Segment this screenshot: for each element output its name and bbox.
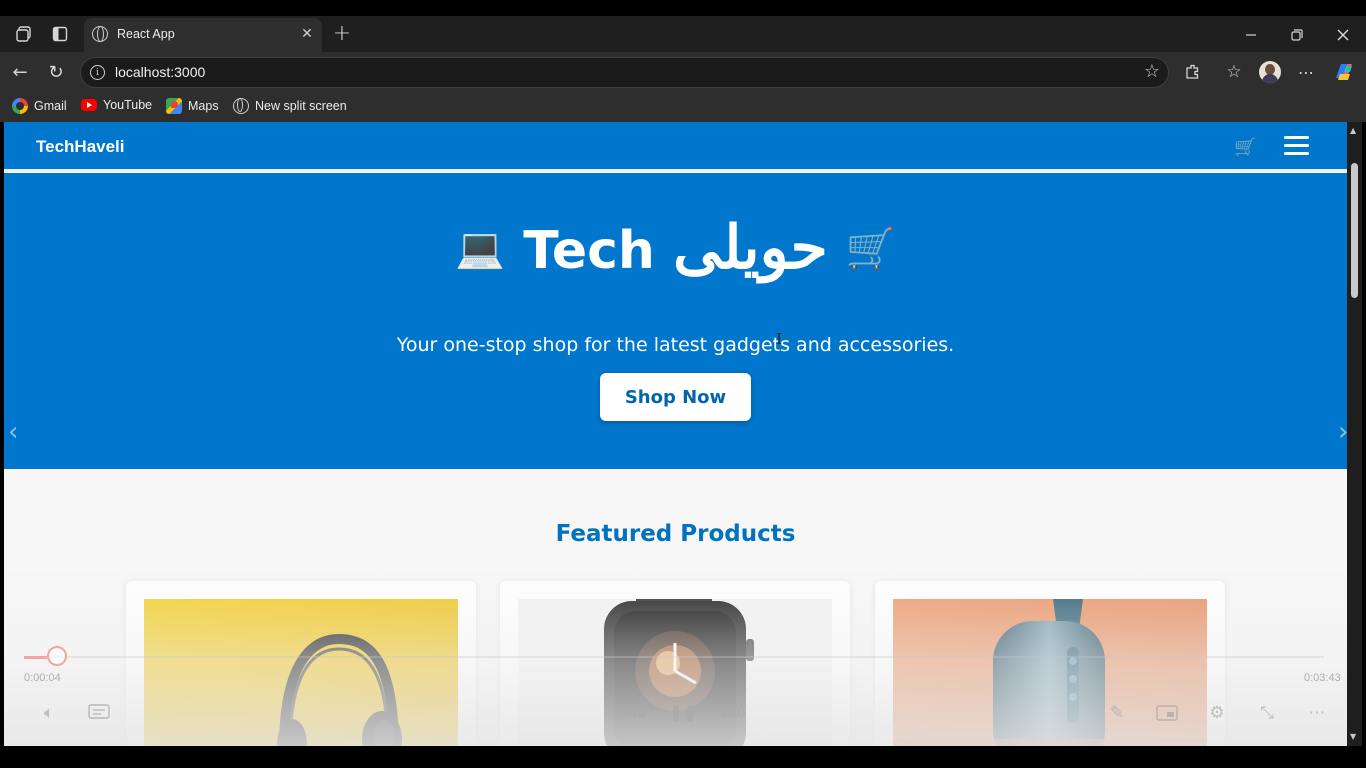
cart-icon[interactable]: 🛒 (1234, 137, 1256, 158)
captions-icon[interactable] (86, 702, 112, 724)
hero-subtitle: Your one-stop shop for the latest gadget… (396, 334, 955, 356)
refresh-icon[interactable]: ↻ (44, 61, 68, 83)
bookmark-label: New split screen (255, 99, 347, 113)
more-options-icon[interactable]: ⋯ (1304, 702, 1330, 724)
bookmark-gmail[interactable]: Gmail (12, 98, 67, 114)
close-window-icon[interactable] (1332, 24, 1354, 46)
scroll-down-icon[interactable]: ▼ (1350, 732, 1356, 741)
carousel-prev-icon[interactable]: ‹ (8, 417, 18, 447)
new-tab-icon[interactable]: + (331, 21, 353, 46)
restore-icon[interactable] (1286, 24, 1308, 46)
workspaces-icon[interactable] (14, 24, 34, 44)
exit-fullscreen-icon[interactable]: ⤡ (1254, 702, 1280, 724)
shop-now-button[interactable]: Shop Now (600, 373, 751, 421)
video-progress-bar[interactable] (24, 656, 1324, 659)
bookmark-label: Maps (188, 99, 219, 113)
laptop-icon: 💻 (455, 226, 506, 272)
hero-title: 💻 Tech حویلی 🛒 (4, 213, 1347, 283)
miniplayer-icon[interactable] (1154, 702, 1180, 724)
edit-pencil-icon[interactable]: ✎ (1104, 702, 1130, 724)
close-tab-icon[interactable]: ✕ (298, 25, 316, 43)
scroll-up-icon[interactable]: ▲ (1350, 126, 1356, 135)
minimize-icon[interactable] (1240, 24, 1262, 46)
video-elapsed-time: 0:00:04 (24, 672, 61, 684)
play-pause-icon[interactable]: ❚❚ (669, 702, 698, 724)
site-brand[interactable]: TechHaveli (36, 137, 125, 157)
hero-title-urdu: حویلی (673, 213, 828, 283)
globe-icon (233, 98, 249, 114)
page-scrollbar[interactable]: ▲ ▼ (1347, 122, 1362, 746)
bookmark-new-split-screen[interactable]: New split screen (233, 98, 347, 114)
video-duration: 0:03:43 (1304, 672, 1341, 684)
volume-icon[interactable]: 🔈︎ (36, 702, 62, 724)
site-navbar: TechHaveli 🛒 (4, 122, 1347, 171)
bookmark-youtube[interactable]: YouTube (81, 98, 152, 112)
tab-title: React App (117, 27, 175, 41)
hero-title-latin: Tech (523, 221, 655, 281)
playback-speed-icon[interactable]: ⚙ (1204, 702, 1230, 724)
copilot-icon[interactable] (1332, 60, 1356, 84)
rewind-10-icon[interactable]: ↺10 (620, 702, 646, 724)
video-progress-fill (24, 656, 48, 659)
forward-30-icon[interactable]: 30↻ (720, 702, 746, 724)
featured-products-heading: Featured Products (555, 521, 796, 547)
carousel-next-icon[interactable]: › (1338, 417, 1347, 447)
favorite-star-icon[interactable]: ☆ (1144, 61, 1160, 82)
site-info-icon[interactable]: i (90, 65, 105, 80)
screen: React App ✕ + ← ↻ i localhost:3000 ☆ ☆ ⋯ (0, 0, 1366, 768)
back-icon[interactable]: ← (8, 61, 32, 83)
extensions-icon[interactable] (1182, 61, 1204, 83)
hamburger-menu-icon[interactable] (1284, 136, 1309, 156)
scroll-thumb[interactable] (1351, 163, 1358, 298)
bookmark-label: Gmail (34, 99, 67, 113)
google-icon (12, 98, 28, 114)
tab-react-app[interactable]: React App ✕ (84, 18, 322, 52)
youtube-icon (81, 99, 97, 111)
bookmark-maps[interactable]: Maps (166, 98, 219, 114)
favorites-icon[interactable]: ☆ (1223, 61, 1245, 83)
url-text: localhost:3000 (115, 64, 206, 80)
video-progress-handle[interactable] (47, 646, 68, 666)
profile-avatar[interactable] (1259, 61, 1281, 83)
shopping-cart-icon: 🛒 (845, 226, 896, 272)
more-menu-icon[interactable]: ⋯ (1295, 61, 1317, 83)
hero-banner: 💻 Tech حویلی 🛒 Your one-stop shop for th… (4, 173, 1347, 469)
tab-actions-icon[interactable] (50, 24, 70, 44)
video-player-overlay: 0:00:04 0:03:43 🔈︎ ↺10 ❚❚ 30↻ ✎ ⚙ ⤡ ⋯ (4, 562, 1347, 746)
bookmark-label: YouTube (103, 98, 153, 112)
page-viewport: TechHaveli 🛒 💻 Tech حویلی 🛒 Your one-sto… (4, 122, 1347, 746)
maps-icon (166, 98, 182, 114)
text-cursor-icon: I (776, 330, 782, 348)
globe-icon (92, 26, 108, 42)
address-field[interactable]: i localhost:3000 ☆ (80, 57, 1169, 88)
